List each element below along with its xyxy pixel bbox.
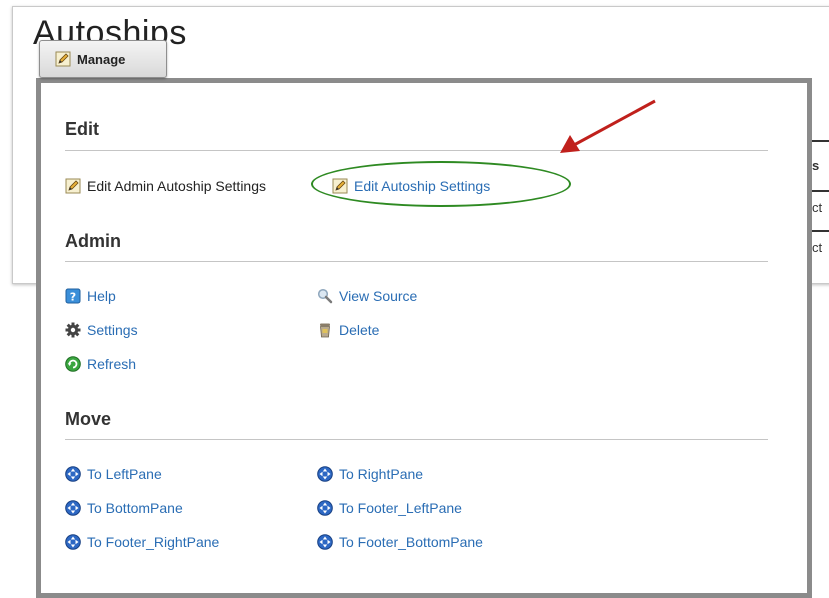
- refresh-icon: [65, 356, 81, 372]
- move-arrows-icon: [317, 534, 333, 550]
- edit-autoship-settings-link[interactable]: Edit Autoship Settings: [332, 178, 490, 194]
- settings-link[interactable]: Settings: [65, 322, 138, 338]
- item-label: Delete: [339, 322, 380, 338]
- delete-link[interactable]: Delete: [317, 322, 379, 338]
- item-label: Settings: [87, 322, 138, 338]
- move-arrows-icon: [65, 500, 81, 516]
- help-link[interactable]: ? Help: [65, 288, 116, 304]
- refresh-link[interactable]: Refresh: [65, 356, 136, 372]
- svg-text:?: ?: [70, 291, 76, 304]
- move-to-bottompane-link[interactable]: To BottomPane: [65, 500, 183, 516]
- item-label: View Source: [339, 288, 418, 304]
- gear-icon: [65, 322, 81, 338]
- item-label: To LeftPane: [87, 466, 162, 482]
- item-label: To Footer_LeftPane: [339, 500, 462, 516]
- move-arrows-icon: [317, 500, 333, 516]
- item-label: Refresh: [87, 356, 137, 372]
- pencil-icon: [65, 178, 81, 194]
- move-arrows-icon: [317, 466, 333, 482]
- divider: [65, 261, 768, 262]
- section-heading-move: Move: [65, 409, 112, 429]
- pencil-icon: [55, 51, 71, 67]
- item-label: To BottomPane: [87, 500, 183, 516]
- edit-admin-autoship-settings-link[interactable]: Edit Admin Autoship Settings: [65, 178, 266, 194]
- item-label: To Footer_BottomPane: [339, 534, 483, 550]
- item-label: Edit Admin Autoship Settings: [87, 178, 266, 194]
- section-heading-edit: Edit: [65, 119, 99, 139]
- view-source-link[interactable]: View Source: [317, 288, 417, 304]
- move-to-leftpane-link[interactable]: To LeftPane: [65, 466, 162, 482]
- annotation-arrow: [560, 99, 656, 153]
- pencil-icon: [332, 178, 348, 194]
- move-to-footer-bottompane-link[interactable]: To Footer_BottomPane: [317, 534, 483, 550]
- item-label: To RightPane: [339, 466, 424, 482]
- move-arrows-icon: [65, 534, 81, 550]
- section-heading-admin: Admin: [65, 231, 121, 251]
- divider: [65, 150, 768, 151]
- move-to-rightpane-link[interactable]: To RightPane: [317, 466, 423, 482]
- manage-button-label: Manage: [77, 51, 126, 67]
- help-icon: ?: [65, 288, 81, 304]
- item-label: Edit Autoship Settings: [354, 178, 491, 194]
- move-arrows-icon: [65, 466, 81, 482]
- item-label: Help: [87, 288, 116, 304]
- move-to-footer-leftpane-link[interactable]: To Footer_LeftPane: [317, 500, 462, 516]
- divider: [65, 439, 768, 440]
- manage-button[interactable]: Manage: [39, 40, 167, 78]
- magnifier-icon: [317, 288, 333, 304]
- item-label: To Footer_RightPane: [87, 534, 220, 550]
- manage-menu-panel: Edit Edit Admin Autoship Settings Edit A…: [36, 78, 812, 598]
- move-to-footer-rightpane-link[interactable]: To Footer_RightPane: [65, 534, 219, 550]
- trash-icon: [320, 323, 330, 338]
